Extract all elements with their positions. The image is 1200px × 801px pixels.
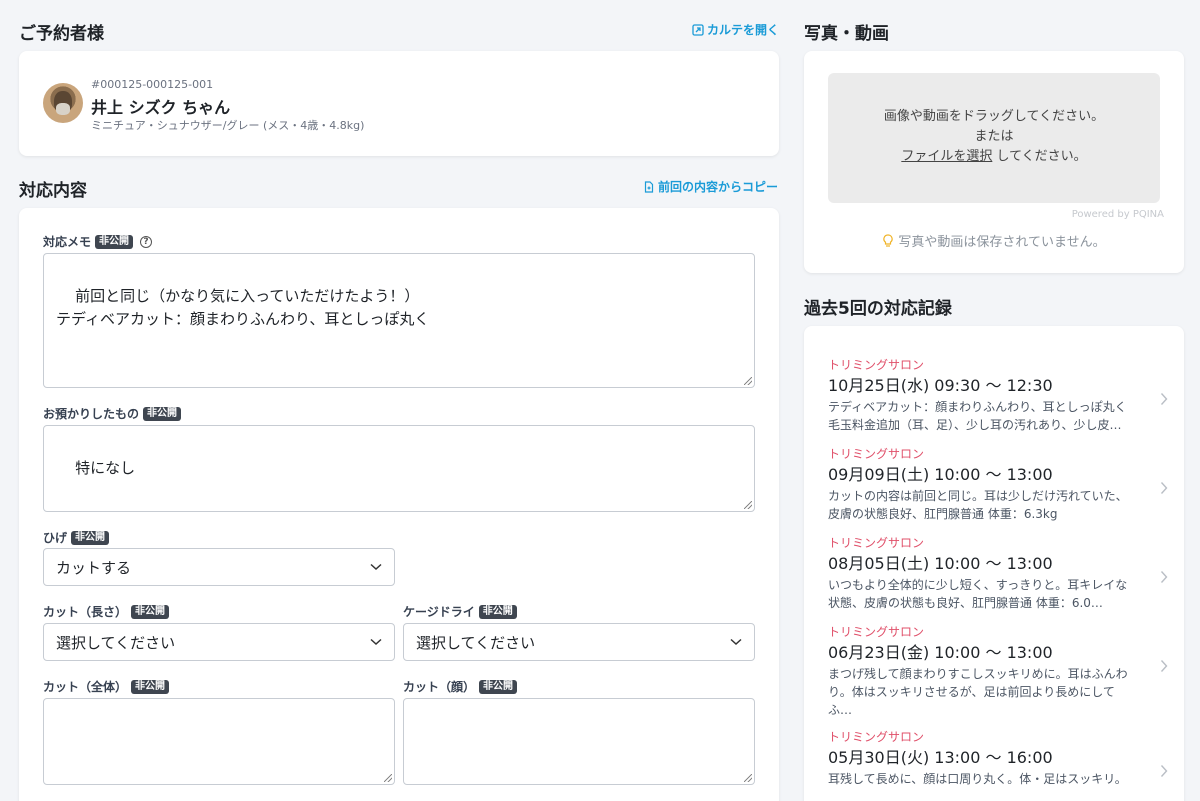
chevron-down-icon (730, 638, 742, 646)
dropzone-line-3-suffix: してください。 (992, 149, 1087, 164)
resize-handle-icon[interactable] (384, 774, 392, 782)
belongings-label-row: お預かりしたもの 非公開 (43, 405, 182, 422)
cut-face-label-row: カット（顔） 非公開 (403, 678, 518, 695)
history-desc: カットの内容は前回と同じ。耳は少しだけ汚れていた、皮膚の状態良好、肛門腺普通 体… (828, 489, 1128, 521)
history-category: トリミングサロン (828, 625, 925, 639)
chevron-down-icon (370, 563, 382, 571)
belongings-text: 特になし (75, 459, 136, 477)
history-desc: いつもより全体的に少し短く、すっきりと。耳キレイな状態、皮膚の状態も良好、肛門腺… (828, 578, 1128, 610)
history-item[interactable]: トリミングサロン 09月09日(土) 10:00 〜 13:00 カットの内容は… (828, 447, 1168, 523)
history-date: 06月23日(金) 10:00 〜 13:00 (828, 643, 1053, 662)
history-section-title: 過去5回の対応記録 (804, 299, 952, 319)
customer-id: #000125-000125-001 (91, 78, 214, 91)
external-link-icon (692, 23, 704, 36)
resize-handle-icon[interactable] (744, 774, 752, 782)
lightbulb-icon (883, 233, 894, 247)
cut-body-label: カット（全体） (43, 680, 128, 694)
media-dropzone[interactable]: 画像や動画をドラッグしてください。 または ファイルを選択 してください。 (828, 73, 1160, 203)
cut-length-select[interactable]: 選択してください (43, 623, 395, 661)
chevron-right-icon (1160, 660, 1168, 672)
memo-text: 前回と同じ（かなり気に入っていただけたよう！） テディベアカット：顔まわりふんわ… (56, 287, 430, 328)
whiskers-select[interactable]: カットする (43, 548, 395, 586)
memo-textarea[interactable]: 前回と同じ（かなり気に入っていただけたよう！） テディベアカット：顔まわりふんわ… (43, 253, 755, 388)
history-item[interactable]: トリミングサロン 10月25日(水) 09:30 〜 12:30 テディベアカッ… (828, 358, 1168, 434)
history-item[interactable]: トリミングサロン 08月05日(土) 10:00 〜 13:00 いつもより全体… (828, 536, 1168, 612)
cut-length-label: カット（長さ） (43, 605, 128, 619)
document-copy-icon (644, 180, 654, 193)
history-card: トリミングサロン 10月25日(水) 09:30 〜 12:30 テディベアカッ… (804, 326, 1184, 801)
history-date: 08月05日(土) 10:00 〜 13:00 (828, 554, 1053, 573)
dropzone-line-3: ファイルを選択 してください。 (828, 147, 1160, 167)
whiskers-value: カットする (56, 558, 132, 577)
private-badge: 非公開 (131, 679, 170, 694)
cage-dry-label-row: ケージドライ 非公開 (403, 603, 517, 620)
cage-dry-select[interactable]: 選択してください (403, 623, 755, 661)
pet-name: 井上 シズク ちゃん (91, 98, 231, 117)
media-notice-text: 写真や動画は保存されていません。 (898, 235, 1106, 250)
customer-card: #000125-000125-001 井上 シズク ちゃん ミニチュア・シュナウ… (19, 51, 779, 156)
memo-label-row: 対応メモ 非公開 ? (43, 233, 153, 250)
copy-previous-link[interactable]: 前回の内容からコピー (643, 178, 778, 195)
chevron-right-icon (1160, 765, 1168, 777)
history-category: トリミングサロン (828, 447, 925, 461)
memo-label: 対応メモ (43, 235, 92, 249)
history-category: トリミングサロン (828, 536, 925, 550)
history-category: トリミングサロン (828, 358, 925, 372)
customer-section-title: ご予約者様 (19, 24, 104, 44)
dropzone-line-2: または (974, 129, 1014, 144)
belongings-textarea[interactable]: 特になし (43, 425, 755, 512)
dropzone-line-1: 画像や動画をドラッグしてください。 (883, 109, 1105, 124)
private-badge: 非公開 (479, 679, 518, 694)
chevron-right-icon (1160, 571, 1168, 583)
history-desc: テディベアカット：顔まわりふんわり、耳としっぽ丸く毛玉料金追加（耳、足）、少し耳… (828, 400, 1127, 432)
history-item[interactable]: トリミングサロン 06月23日(金) 10:00 〜 13:00 まつげ残して顔… (828, 625, 1168, 719)
history-item[interactable]: トリミングサロン 05月30日(火) 13:00 〜 16:00 耳残して長めに… (828, 730, 1168, 788)
history-desc: 耳残して長めに、顔は口周り丸く。体・足はスッキリ。 (828, 772, 1127, 786)
private-badge: 非公開 (143, 406, 182, 421)
media-section-title: 写真・動画 (804, 24, 889, 44)
private-badge: 非公開 (95, 234, 134, 249)
chevron-right-icon (1160, 482, 1168, 494)
history-desc: まつげ残して顔まわりすこしスッキリめに。耳はふんわり。体はスッキリさせるが、足は… (828, 667, 1128, 717)
content-card: 対応メモ 非公開 ? 前回と同じ（かなり気に入っていただけたよう！） テディベア… (19, 208, 779, 801)
cut-body-textarea[interactable] (43, 698, 395, 785)
resize-handle-icon[interactable] (744, 377, 752, 385)
history-date: 10月25日(水) 09:30 〜 12:30 (828, 376, 1053, 395)
cut-length-value: 選択してください (56, 633, 176, 652)
private-badge: 非公開 (131, 604, 170, 619)
private-badge: 非公開 (71, 530, 110, 545)
media-notice: 写真や動画は保存されていません。 (804, 231, 1184, 250)
whiskers-label: ひげ (43, 531, 68, 545)
powered-by-text[interactable]: Powered by PQINA (1072, 209, 1164, 220)
chevron-right-icon (1160, 393, 1168, 405)
help-icon[interactable]: ? (140, 235, 153, 248)
chevron-down-icon (370, 638, 382, 646)
cut-length-label-row: カット（長さ） 非公開 (43, 603, 170, 620)
resize-handle-icon[interactable] (744, 501, 752, 509)
select-file-link[interactable]: ファイルを選択 (901, 149, 992, 164)
cut-body-label-row: カット（全体） 非公開 (43, 678, 170, 695)
cage-dry-value: 選択してください (416, 633, 536, 652)
copy-previous-label: 前回の内容からコピー (658, 180, 779, 194)
avatar (43, 83, 83, 123)
history-category: トリミングサロン (828, 730, 925, 744)
history-date: 09月09日(土) 10:00 〜 13:00 (828, 465, 1053, 484)
cut-face-textarea[interactable] (403, 698, 755, 785)
cut-face-label: カット（顔） (403, 680, 476, 694)
open-chart-label: カルテを開く (707, 23, 780, 37)
history-date: 05月30日(火) 13:00 〜 16:00 (828, 748, 1053, 767)
open-chart-link[interactable]: カルテを開く (692, 21, 779, 38)
content-section-title: 対応内容 (19, 181, 87, 201)
whiskers-label-row: ひげ 非公開 (43, 529, 110, 546)
cage-dry-label: ケージドライ (403, 605, 475, 619)
belongings-label: お預かりしたもの (43, 407, 140, 421)
private-badge: 非公開 (478, 604, 517, 619)
media-card: 画像や動画をドラッグしてください。 または ファイルを選択 してください。 Po… (804, 51, 1184, 273)
pet-breed: ミニチュア・シュナウザー/グレー (メス・4歳・4.8kg) (91, 119, 365, 132)
